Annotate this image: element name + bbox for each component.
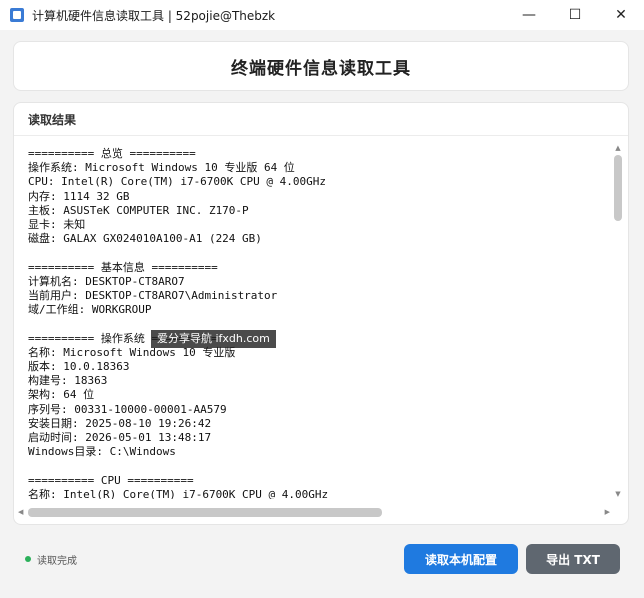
result-line: CPU: Intel(R) Core(TM) i7-6700K CPU @ 4.…: [28, 175, 327, 189]
scroll-right-icon[interactable]: ▶: [605, 506, 610, 518]
status-dot-icon: [25, 556, 31, 562]
vertical-scroll-thumb[interactable]: [614, 155, 622, 221]
result-line: 构建号: 18363: [28, 374, 108, 388]
result-line: 版本: 10.0.18363: [28, 360, 130, 374]
status-text: 读取完成: [37, 556, 77, 567]
window-controls: — ☐ ✕: [506, 0, 644, 30]
read-config-button[interactable]: 读取本机配置: [404, 544, 518, 574]
result-line: 架构: 64 位: [28, 388, 95, 402]
horizontal-scrollbar[interactable]: ◀ ▶: [16, 506, 612, 518]
result-panel: 读取结果 ========== 总览 ========== 操作系统: Micr…: [13, 102, 629, 525]
vertical-scrollbar[interactable]: ▲ ▼: [612, 143, 624, 499]
result-line: 域/工作组: WORKGROUP: [28, 303, 152, 317]
header-card: 终端硬件信息读取工具: [13, 41, 629, 91]
result-line: ========== 总览 ==========: [28, 147, 196, 160]
result-line: 启动时间: 2026-05-01 13:48:17: [28, 431, 212, 445]
export-txt-button[interactable]: 导出 TXT: [526, 544, 620, 574]
result-line: ========== CPU ==========: [28, 473, 194, 487]
result-line: ========== 基本信息 ==========: [28, 260, 218, 274]
horizontal-scroll-thumb[interactable]: [28, 508, 382, 517]
result-line: 磁盘: GALAX GX024010A100-A1 (224 GB): [28, 232, 262, 246]
window-title: 计算机硬件信息读取工具 | 52pojie@Thebzk: [32, 8, 276, 23]
result-text: ========== 总览 ========== 操作系统: Microsoft…: [16, 143, 612, 499]
result-line: Windows目录: C:\Windows: [28, 445, 176, 459]
result-line: 内存: 1114 32 GB: [28, 189, 130, 203]
result-line: 显卡: 未知: [28, 218, 86, 232]
watermark-overlay: 爱分享导航 ifxdh.com: [151, 330, 276, 348]
status-bar: 读取完成 读取本机配置 导出 TXT: [0, 532, 644, 588]
result-line: 操作系统: Microsoft Windows 10 专业版 64 位: [28, 161, 295, 175]
result-line: 序列号: 00331-10000-00001-AA579: [28, 402, 227, 416]
scroll-left-icon[interactable]: ◀: [18, 506, 23, 518]
result-line: 主板: ASUSTeK COMPUTER INC. Z170-P: [28, 203, 249, 217]
result-textbox[interactable]: ========== 总览 ========== 操作系统: Microsoft…: [16, 143, 612, 499]
minimize-icon[interactable]: —: [506, 0, 552, 30]
result-line: 计算机名: DESKTOP-CT8ARO7: [28, 274, 185, 288]
result-label: 读取结果: [14, 103, 628, 136]
close-icon[interactable]: ✕: [598, 0, 644, 30]
scroll-up-icon[interactable]: ▲: [612, 143, 624, 153]
app-icon: [10, 8, 24, 22]
result-line: 当前用户: DESKTOP-CT8ARO7\Administrator: [28, 289, 278, 303]
title-bar: 计算机硬件信息读取工具 | 52pojie@Thebzk — ☐ ✕: [0, 0, 644, 30]
maximize-icon[interactable]: ☐: [552, 0, 598, 30]
result-line: 安装日期: 2025-08-10 19:26:42: [28, 416, 212, 430]
result-line: 名称: Intel(R) Core(TM) i7-6700K CPU @ 4.0…: [28, 487, 329, 499]
scroll-down-icon[interactable]: ▼: [612, 489, 624, 499]
page-title: 终端硬件信息读取工具: [231, 58, 411, 79]
